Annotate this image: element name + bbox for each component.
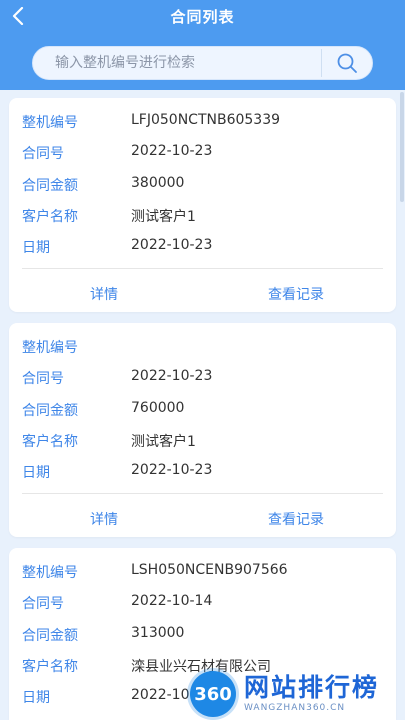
contract-no-value: 2022-10-14 [131, 593, 213, 609]
field-label: 整机编号 [22, 115, 78, 131]
watermark-main: 网站排行榜 [244, 673, 380, 702]
amount-value: 313000 [131, 625, 185, 641]
watermark-sub: WANGZHAN360.CN [244, 703, 346, 713]
field-label: 合同号 [22, 146, 64, 162]
field-label: 整机编号 [22, 340, 78, 356]
page-title: 合同列表 [170, 8, 235, 26]
field-label: 合同金额 [22, 178, 78, 194]
field-label: 合同金额 [22, 403, 78, 419]
customer-value: 测试客户1 [131, 209, 196, 225]
amount-value: 760000 [131, 400, 185, 416]
search-input[interactable] [33, 47, 321, 79]
field-label: 日期 [22, 690, 50, 706]
card-divider [22, 493, 383, 494]
view-records-button[interactable]: 查看记录 [268, 284, 324, 304]
watermark-badge: 360 网站排行榜 WANGZHAN360.CN [190, 668, 405, 720]
field-label: 客户名称 [22, 434, 78, 450]
contract-card: 整机编号 LFJ050NCTNB605339 合同号 2022-10-23 合同… [9, 98, 396, 312]
field-label: 合同金额 [22, 628, 78, 644]
field-label: 客户名称 [22, 659, 78, 675]
amount-value: 380000 [131, 175, 185, 191]
scrollbar[interactable] [400, 92, 404, 202]
contract-no-value: 2022-10-23 [131, 368, 213, 384]
field-label: 整机编号 [22, 565, 78, 581]
field-label: 合同号 [22, 596, 64, 612]
field-label: 客户名称 [22, 209, 78, 225]
field-label: 日期 [22, 465, 50, 481]
contract-card: 整机编号 合同号 2022-10-23 合同金额 760000 客户名称 测试客… [9, 323, 396, 537]
app-header: 合同列表 [0, 0, 405, 90]
search-bar [32, 46, 373, 80]
field-label: 合同号 [22, 371, 64, 387]
watermark-logo: 360 [190, 671, 236, 717]
field-label: 日期 [22, 240, 50, 256]
search-icon [337, 53, 357, 73]
detail-button[interactable]: 详情 [90, 509, 118, 529]
detail-button[interactable]: 详情 [90, 284, 118, 304]
machine-no-value: LSH050NCENB907566 [131, 562, 288, 578]
search-button[interactable] [322, 47, 372, 79]
customer-value: 测试客户1 [131, 434, 196, 450]
date-value: 2022-10-23 [131, 237, 213, 253]
card-divider [22, 268, 383, 269]
contract-no-value: 2022-10-23 [131, 143, 213, 159]
date-value: 2022-10-23 [131, 462, 213, 478]
view-records-button[interactable]: 查看记录 [268, 509, 324, 529]
machine-no-value: LFJ050NCTNB605339 [131, 112, 281, 128]
watermark-text: 网站排行榜 WANGZHAN360.CN [244, 674, 379, 714]
